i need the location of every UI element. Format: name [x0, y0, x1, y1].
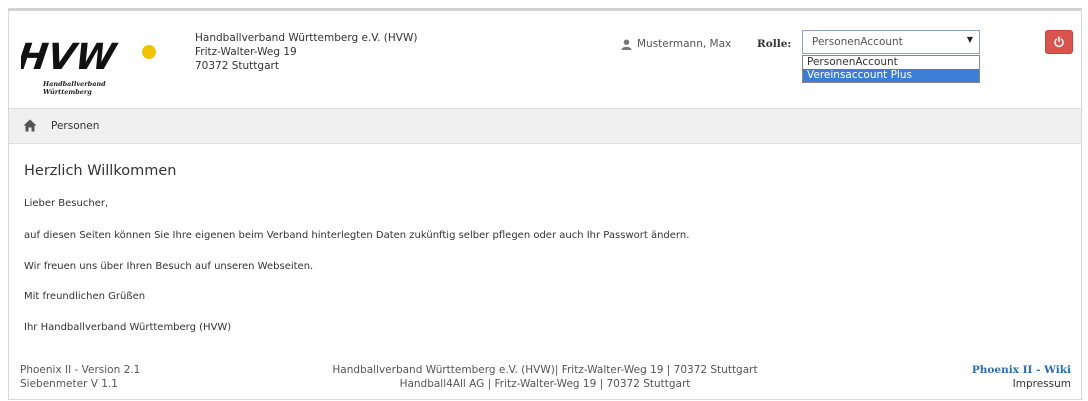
signature-text: Ihr Handballverband Württemberg (HVW) [24, 322, 232, 333]
home-icon[interactable] [23, 119, 37, 132]
app-frame: HVW Handballverband Württemberg Handball… [8, 8, 1082, 400]
impressum-link[interactable]: Impressum [972, 377, 1071, 391]
power-icon [1054, 36, 1064, 48]
footer: Phoenix II - Version 2.1 Siebenmeter V 1… [9, 363, 1081, 399]
footer-links: Phoenix II - Wiki Impressum [972, 363, 1071, 391]
logo-subtitle: Handballverband Württemberg [43, 80, 106, 96]
address-line-city: 70372 Stuttgart [195, 60, 279, 72]
footer-address-handball4all: Handball4All AG | Fritz-Walter-Weg 19 | … [399, 378, 691, 390]
footer-version: Phoenix II - Version 2.1 [20, 364, 141, 376]
caret-down-icon: ▼ [966, 35, 973, 44]
role-dropdown-list: PersonenAccount Vereinsaccount Plus [802, 55, 980, 83]
breadcrumb: Personen [9, 108, 1081, 144]
closing-text: Mit freundlichen Grüßen [24, 291, 146, 302]
role-option-vereinsaccount-plus[interactable]: Vereinsaccount Plus [803, 69, 979, 82]
header: HVW Handballverband Württemberg Handball… [9, 11, 1081, 108]
role-option-personenaccount[interactable]: PersonenAccount [803, 56, 979, 69]
page-title: Herzlich Willkommen [24, 163, 177, 179]
footer-siebenmeter-version: Siebenmeter V 1.1 [20, 378, 118, 390]
intro-text: auf diesen Seiten können Sie Ihre eigene… [24, 230, 690, 241]
footer-addresses: Handballverband Württemberg e.V. (HVW)| … [295, 363, 795, 391]
breadcrumb-item-personen[interactable]: Personen [51, 120, 99, 132]
main-content: Herzlich Willkommen Lieber Besucher, auf… [24, 163, 1064, 333]
logo-subtitle-line1: Handballverband [43, 80, 106, 88]
welcome-text: Wir freuen uns über Ihren Besuch auf uns… [24, 261, 314, 272]
association-address: Handballverband Württemberg e.V. (HVW) F… [195, 31, 417, 73]
role-select-value: PersonenAccount [812, 36, 903, 48]
logout-button[interactable] [1045, 30, 1073, 54]
role-label: Rolle: [757, 38, 792, 50]
current-user: Mustermann, Max [621, 38, 731, 50]
hvw-logo-letters: HVW [21, 35, 120, 78]
address-line-street: Fritz-Walter-Weg 19 [195, 46, 297, 58]
greeting-text: Lieber Besucher, [24, 198, 109, 209]
role-select[interactable]: PersonenAccount ▼ [802, 30, 980, 54]
user-name: Mustermann, Max [637, 38, 732, 50]
user-icon [621, 38, 632, 50]
hvw-logo[interactable]: HVW Handballverband Württemberg [15, 33, 161, 96]
wiki-link[interactable]: Phoenix II - Wiki [972, 363, 1071, 377]
logo-subtitle-line2: Württemberg [43, 88, 92, 96]
footer-address-hvw: Handballverband Württemberg e.V. (HVW)| … [332, 364, 758, 376]
logo-ball-icon [142, 45, 156, 59]
footer-versions: Phoenix II - Version 2.1 Siebenmeter V 1… [20, 363, 140, 391]
address-line-name: Handballverband Württemberg e.V. (HVW) [195, 32, 418, 44]
